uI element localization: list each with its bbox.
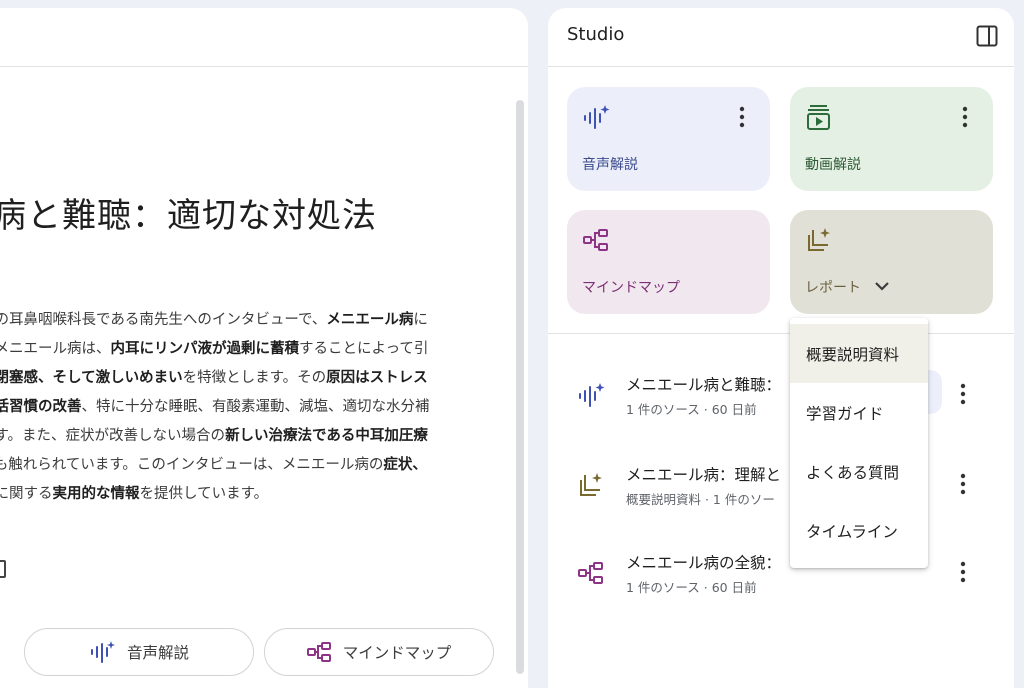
- report-label: レポート: [805, 280, 861, 296]
- summary-text: ても触れられています。このインタビューは、メニエール病の: [0, 457, 384, 473]
- summary-text: 。メニエール病は、: [0, 341, 111, 357]
- summary-line: 生活習慣の改善、特に十分な睡眠、有酸素運動、減塩、適切な水分補: [0, 393, 494, 422]
- document-icon[interactable]: [0, 560, 6, 578]
- summary-bold-text: 新しい治療法である中耳加圧療: [225, 428, 428, 444]
- summary-line: ます。また、症状が改善しない場合の新しい治療法である中耳加圧療: [0, 422, 494, 451]
- summary-text: ーの耳鼻咽喉科長である南先生へのインタビューで、: [0, 312, 327, 328]
- menu-item-timeline[interactable]: タイムライン: [790, 501, 928, 560]
- more-vert-icon[interactable]: [953, 472, 973, 496]
- summary-bold-text: 生活習慣の改善: [0, 399, 82, 415]
- more-vert-icon[interactable]: [732, 105, 752, 129]
- summary-bold-text: 実用的な情報: [52, 486, 140, 502]
- audio-overview-label: 音声解説: [582, 157, 638, 173]
- list-item[interactable]: メニエール病と難聴： 1 件のソース · 60 日前: [548, 368, 1014, 426]
- header-divider: [548, 66, 1014, 67]
- audio-waveform-icon: [89, 640, 115, 664]
- summary-bold-text: メニエール病: [326, 312, 414, 328]
- more-vert-icon[interactable]: [953, 560, 973, 584]
- summary-text: 、特に十分な睡眠、有酸素運動、減塩、適切な水分補: [81, 399, 430, 415]
- video-play-icon: [805, 103, 833, 131]
- collapse-panel-icon[interactable]: [976, 25, 998, 47]
- audio-overview-label: 音声解説: [126, 644, 189, 662]
- summary-text: することによって引: [299, 341, 429, 357]
- note-subtitle: 1 件のソース · 60 日前: [626, 402, 757, 417]
- summary-bold-text: 症状、: [383, 457, 427, 473]
- audio-overview-tile[interactable]: 音声解説: [567, 87, 770, 191]
- more-vert-icon[interactable]: [953, 382, 973, 406]
- mindmap-button[interactable]: マインドマップ: [264, 628, 494, 676]
- summary-line: 。メニエール病は、内耳にリンパ液が過剰に蓄積することによって引: [0, 335, 494, 364]
- report-icon: [805, 226, 833, 254]
- mindmap-label: マインドマップ: [342, 644, 452, 662]
- studio-panel: Studio 音声解説 動画解説 マインドマップ レポート メニエール病と難聴：…: [548, 8, 1014, 688]
- report-type-menu: 概要説明資料 学習ガイド よくある質問 タイムライン: [790, 318, 928, 568]
- note-title: メニエール病と難聴：: [626, 376, 782, 394]
- summary-line: ーの耳鼻咽喉科長である南先生へのインタビューで、メニエール病に: [0, 306, 494, 335]
- audio-waveform-icon: [582, 103, 610, 131]
- scrollbar[interactable]: [516, 100, 524, 674]
- note-subtitle: 1 件のソース · 60 日前: [626, 580, 757, 595]
- video-overview-label: 動画解説: [805, 157, 861, 173]
- summary-line: の閉塞感、そして激しいめまいを特徴とします。その原因はストレス: [0, 364, 494, 393]
- note-title: メニエール病の全貌：: [626, 554, 782, 572]
- list-item[interactable]: メニエール病：理解と 概要説明資料 · 1 件のソー: [548, 458, 1014, 516]
- video-overview-tile[interactable]: 動画解説: [790, 87, 993, 191]
- summary-bold-text: 原因はストレス: [326, 370, 428, 386]
- more-vert-icon[interactable]: [955, 105, 975, 129]
- list-item[interactable]: メニエール病の全貌： 1 件のソース · 60 日前: [548, 546, 1014, 604]
- menu-item-study-guide[interactable]: 学習ガイド: [790, 383, 928, 442]
- header-divider: [0, 66, 528, 67]
- mindmap-tile[interactable]: マインドマップ: [567, 210, 770, 314]
- studio-title: Studio: [567, 24, 625, 45]
- audio-waveform-icon: [576, 380, 606, 410]
- report-icon: [576, 470, 606, 500]
- mindmap-label: マインドマップ: [582, 280, 680, 296]
- summary-bold-text: 内耳にリンパ液が過剰に蓄積: [110, 341, 300, 357]
- document-summary: ーの耳鼻咽喉科長である南先生へのインタビューで、メニエール病に。メニエール病は、…: [0, 306, 494, 509]
- note-subtitle: 概要説明資料 · 1 件のソー: [626, 492, 775, 507]
- summary-line: 病に関する実用的な情報を提供しています。: [0, 480, 494, 509]
- summary-line: ても触れられています。このインタビューは、メニエール病の症状、: [0, 451, 494, 480]
- mindmap-icon: [576, 558, 606, 588]
- report-tile[interactable]: レポート: [790, 210, 993, 314]
- summary-text: を提供しています。: [139, 486, 269, 502]
- summary-bold-text: の閉塞感、そして激しいめまい: [0, 370, 183, 386]
- document-title: 病と難聴：適切な対処法: [0, 196, 377, 236]
- summary-text: に: [413, 312, 428, 328]
- source-guide-panel: 病と難聴：適切な対処法 ーの耳鼻咽喉科長である南先生へのインタビューで、メニエー…: [0, 8, 528, 688]
- note-title: メニエール病：理解と: [626, 466, 782, 484]
- summary-text: 病に関する: [0, 486, 53, 502]
- summary-text: を特徴とします。その: [182, 370, 327, 386]
- audio-overview-button[interactable]: 音声解説: [24, 628, 254, 676]
- menu-item-briefing-doc[interactable]: 概要説明資料: [790, 324, 928, 383]
- menu-item-faq[interactable]: よくある質問: [790, 442, 928, 501]
- section-divider: [548, 333, 1014, 334]
- mindmap-icon: [306, 642, 331, 662]
- chevron-down-icon[interactable]: [874, 280, 890, 292]
- mindmap-icon: [582, 226, 610, 254]
- summary-text: ます。また、症状が改善しない場合の: [0, 428, 226, 444]
